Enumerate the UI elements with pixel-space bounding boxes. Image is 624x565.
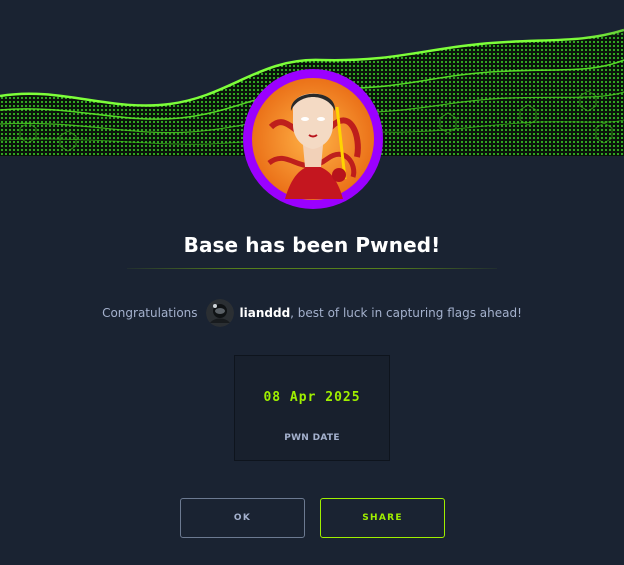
pwn-date-value: 08 Apr 2025 bbox=[263, 390, 361, 405]
pwn-date-card: 08 Apr 2025 PWN DATE bbox=[234, 355, 390, 461]
ok-button[interactable]: OK bbox=[180, 498, 305, 538]
pwn-date-label: PWN DATE bbox=[284, 433, 340, 443]
share-button[interactable]: SHARE bbox=[320, 498, 445, 538]
user-avatar-icon bbox=[205, 299, 234, 327]
congrats-prefix: Congratulations bbox=[102, 306, 198, 320]
page-title: Base has been Pwned! bbox=[183, 233, 441, 257]
title-divider bbox=[127, 268, 497, 269]
congrats-message: Congratulations lianddd , best of luck i… bbox=[0, 299, 624, 327]
machine-avatar-icon bbox=[241, 67, 385, 211]
pwned-modal: Base has been Pwned! Congratulations lia… bbox=[0, 0, 624, 565]
username: lianddd bbox=[239, 306, 291, 320]
congrats-suffix: , best of luck in capturing flags ahead! bbox=[290, 306, 522, 320]
